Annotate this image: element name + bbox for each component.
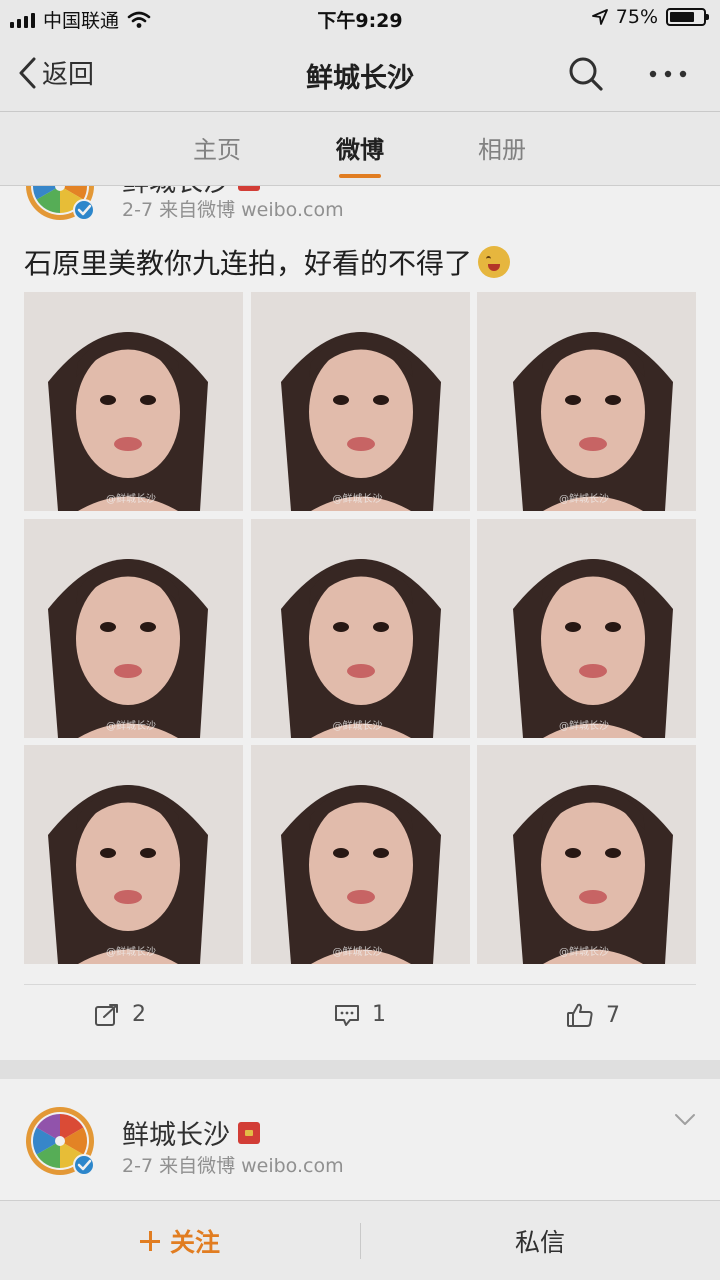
post-card: 鲜城长沙 2-7 来自微博 weibo.com (0, 1079, 720, 1200)
post-photo[interactable]: @鲜城长沙 (250, 518, 470, 738)
username-label: 鲜城长沙 (122, 1120, 230, 1151)
photo-grid: @鲜城长沙 @鲜城长沙 @鲜城长沙 @鲜城长沙 @鲜城长沙 @鲜城长沙 @鲜城长沙 @鲜城长沙… (24, 292, 696, 964)
tab-album[interactable]: 相册 (442, 130, 562, 165)
repost-button[interactable]: 2 (94, 1002, 146, 1027)
action-divider (24, 984, 696, 985)
chevron-down-icon[interactable] (674, 1113, 696, 1127)
excited-face-emoji-icon (478, 246, 511, 278)
portrait-image (24, 745, 243, 964)
portrait-image (477, 292, 696, 511)
tab-bar: 主页 微博 相册 (0, 112, 720, 186)
thumbs-up-icon (567, 1003, 593, 1027)
portrait-image (477, 518, 696, 738)
post-text-content: 石原里美教你九连拍，好看的不得了 (24, 247, 473, 280)
post-meta: 2-7 来自微博 weibo.com (122, 199, 344, 221)
repost-icon (95, 1003, 118, 1026)
photo-watermark: @鲜城长沙 (332, 720, 383, 732)
comment-button[interactable]: 1 (334, 1002, 386, 1027)
photo-watermark: @鲜城长沙 (332, 494, 383, 505)
follow-label: 关注 (169, 1228, 220, 1257)
battery-icon (666, 8, 709, 26)
photo-watermark: @鲜城长沙 (559, 494, 609, 505)
back-button[interactable]: 返回 (18, 54, 94, 91)
location-arrow-icon (591, 9, 608, 25)
nav-bar: 返回 鲜城长沙 (0, 36, 720, 112)
back-label: 返回 (42, 60, 95, 90)
post-meta: 2-7 来自微博 weibo.com (122, 1155, 344, 1177)
photo-watermark: @鲜城长沙 (106, 494, 156, 505)
comment-icon (335, 1004, 359, 1026)
status-right: 75% (591, 6, 709, 28)
portrait-image (250, 292, 470, 511)
avatar[interactable] (24, 186, 96, 222)
avatar[interactable] (24, 1105, 96, 1177)
portrait-image (250, 518, 470, 738)
chevron-left-icon (19, 57, 36, 88)
post-photo[interactable]: @鲜城长沙 (24, 292, 243, 511)
post-photo[interactable]: @鲜城长沙 (24, 518, 243, 738)
tab-active-indicator (339, 174, 381, 178)
post-photo[interactable]: @鲜城长沙 (477, 518, 696, 738)
photo-watermark: @鲜城长沙 (106, 720, 156, 732)
page-title: 鲜城长沙 (306, 63, 414, 94)
feed-scroll-area[interactable]: 鲜城长沙 2-7 来自微博 weibo.com 石原里美教你九连拍，好看的不得了… (0, 186, 720, 1200)
more-icon[interactable] (646, 60, 690, 88)
post-photo[interactable]: @鲜城长沙 (24, 745, 243, 964)
post-card: 鲜城长沙 2-7 来自微博 weibo.com 石原里美教你九连拍，好看的不得了… (0, 186, 720, 1060)
photo-watermark: @鲜城长沙 (332, 947, 383, 958)
red-packet-icon (238, 186, 260, 191)
battery-fill (670, 12, 694, 22)
message-button[interactable]: 私信 (360, 1201, 720, 1280)
tab-home[interactable]: 主页 (157, 130, 277, 165)
tab-weibo[interactable]: 微博 (300, 130, 420, 165)
status-bar: 中国联通 下午9:29 75% (0, 0, 720, 36)
post-photo[interactable]: @鲜城长沙 (477, 745, 696, 964)
post-photo[interactable]: @鲜城长沙 (477, 292, 696, 511)
portrait-image (250, 745, 470, 964)
search-icon[interactable] (566, 54, 606, 94)
battery-percent: 75% (615, 6, 658, 28)
red-packet-icon (238, 1121, 260, 1144)
repost-count: 2 (132, 1002, 146, 1027)
portrait-image (24, 292, 243, 511)
post-photo[interactable]: @鲜城长沙 (250, 292, 470, 511)
portrait-image (477, 745, 696, 964)
follow-button[interactable]: 关注 (0, 1201, 360, 1280)
comment-count: 1 (372, 1002, 386, 1027)
plus-icon (139, 1231, 160, 1251)
portrait-image (24, 518, 243, 738)
message-label: 私信 (514, 1228, 565, 1257)
photo-watermark: @鲜城长沙 (559, 720, 609, 732)
username[interactable]: 鲜城长沙 (122, 1113, 260, 1152)
post-text: 石原里美教你九连拍，好看的不得了 (24, 242, 511, 282)
like-button[interactable]: 7 (566, 1002, 620, 1028)
photo-watermark: @鲜城长沙 (106, 947, 156, 958)
post-photo[interactable]: @鲜城长沙 (250, 745, 470, 964)
like-count: 7 (606, 1002, 620, 1028)
bottom-action-bar: 关注 私信 (0, 1200, 720, 1280)
photo-watermark: @鲜城长沙 (559, 947, 609, 958)
